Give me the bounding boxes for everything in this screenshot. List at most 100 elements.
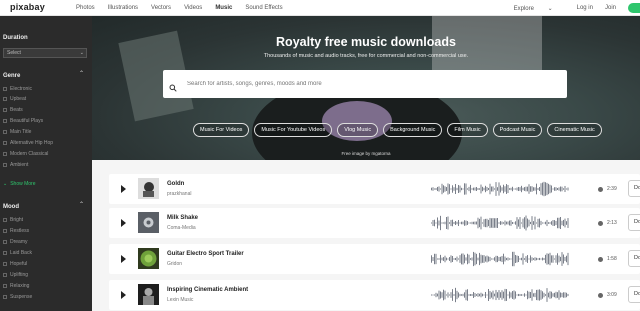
waveform-bar (482, 222, 483, 224)
mood-item[interactable]: Relaxing (3, 283, 29, 289)
checkbox[interactable] (3, 130, 7, 134)
track-title[interactable]: Milk Shake (167, 215, 198, 221)
chip-vlog-music[interactable]: Vlog Music (337, 123, 379, 137)
checkbox[interactable] (3, 152, 7, 156)
chip-background-music[interactable]: Background Music (383, 123, 443, 137)
waveform-bar (449, 184, 450, 194)
checkbox[interactable] (3, 295, 7, 299)
waveform-bar (495, 289, 497, 301)
mood-item[interactable]: Restless (3, 228, 29, 234)
mood-item[interactable]: Uplifting (3, 272, 28, 278)
chip-film-music[interactable]: Film Music (447, 123, 488, 137)
track-title[interactable]: Goldn (167, 181, 184, 187)
chip-cinematic-music[interactable]: Cinematic Music (547, 123, 602, 137)
checkbox[interactable] (3, 229, 7, 233)
checkbox[interactable] (3, 240, 7, 244)
track-artist[interactable]: Gridon (167, 261, 182, 267)
track-title[interactable]: Inspiring Cinematic Ambient (167, 287, 248, 293)
show-more-link[interactable]: ⌄ Show More (3, 181, 36, 187)
checkbox[interactable] (3, 97, 7, 101)
waveform-bar (537, 188, 539, 190)
waveform-bar (539, 257, 540, 261)
genre-item[interactable]: Beautiful Plays (3, 118, 43, 124)
track-row[interactable]: Milk Shake Coma-Media 2:13 Do (109, 208, 640, 238)
waveform-bar (531, 216, 533, 230)
checkbox[interactable] (3, 119, 7, 123)
waveform-bar (473, 221, 474, 225)
waveform-bar (492, 290, 494, 300)
mood-item[interactable]: Dreamy (3, 239, 28, 245)
waveform-bar (546, 219, 548, 227)
nav-music[interactable]: Music (215, 5, 232, 11)
checkbox[interactable] (3, 284, 7, 288)
image-credit[interactable]: Free image by mgatorna (92, 151, 640, 156)
track-title[interactable]: Guitar Electro Sport Trailer (167, 251, 244, 257)
chip-music-for-videos[interactable]: Music For Videos (193, 123, 250, 137)
track-row[interactable]: Goldn prazkhanal 2:39 Do (109, 174, 640, 204)
genre-item[interactable]: Beats (3, 107, 23, 113)
explore-menu[interactable]: Explore ⌄ (514, 5, 565, 12)
waveform-bar (501, 255, 503, 263)
login-link[interactable]: Log in (577, 5, 593, 11)
genre-item[interactable]: Ambient (3, 162, 28, 168)
checkbox[interactable] (3, 262, 7, 266)
search-bar[interactable] (163, 70, 567, 98)
track-row[interactable]: Guitar Electro Sport Trailer Gridon 1:58… (109, 244, 640, 274)
play-icon[interactable] (121, 291, 126, 299)
download-button[interactable]: Do (628, 180, 640, 197)
checkbox[interactable] (3, 163, 7, 167)
genre-item[interactable]: Modern Classical (3, 151, 48, 157)
waveform[interactable] (431, 251, 569, 267)
waveform-bar (455, 257, 456, 261)
nav-vectors[interactable]: Vectors (151, 5, 171, 11)
track-row[interactable]: Inspiring Cinematic Ambient Lexin Music … (109, 280, 640, 310)
waveform-bar (464, 254, 465, 264)
waveform-bar (542, 182, 543, 196)
duration-select[interactable]: Select ⌄ (3, 48, 87, 58)
waveform[interactable] (431, 181, 569, 197)
waveform-bar (539, 218, 540, 228)
nav-illustrations[interactable]: Illustrations (108, 5, 138, 11)
play-icon[interactable] (121, 219, 126, 227)
waveform-bar (504, 256, 506, 262)
mood-item[interactable]: Hopeful (3, 261, 27, 267)
download-button[interactable]: Do (628, 286, 640, 303)
checkbox[interactable] (3, 251, 7, 255)
upload-button[interactable] (628, 3, 640, 13)
genre-item[interactable]: Electronic (3, 86, 32, 92)
nav-sound-effects[interactable]: Sound Effects (245, 5, 282, 11)
waveform[interactable] (431, 215, 569, 231)
genre-item[interactable]: Main Title (3, 129, 31, 135)
waveform[interactable] (431, 287, 569, 303)
track-artist[interactable]: prazkhanal (167, 191, 191, 197)
play-icon[interactable] (121, 185, 126, 193)
waveform-bar (519, 217, 521, 229)
checkbox[interactable] (3, 141, 7, 145)
genre-item[interactable]: Upbeat (3, 96, 26, 102)
download-button[interactable]: Do (628, 214, 640, 231)
checkbox[interactable] (3, 218, 7, 222)
chevron-up-icon[interactable]: ⌃ (79, 70, 84, 77)
chip-music-for-youtube-videos[interactable]: Music For Youtube Videos (254, 123, 333, 137)
genre-item[interactable]: Alternative Hip Hop (3, 140, 53, 146)
track-artist[interactable]: Lexin Music (167, 297, 193, 303)
nav-photos[interactable]: Photos (76, 5, 95, 11)
search-input[interactable] (187, 70, 557, 98)
waveform-bar (479, 293, 480, 297)
play-icon[interactable] (121, 255, 126, 263)
checkbox[interactable] (3, 108, 7, 112)
mood-item[interactable]: Suspense (3, 294, 32, 300)
mood-item[interactable]: Bright (3, 217, 23, 223)
chevron-up-icon[interactable]: ⌃ (79, 201, 84, 208)
checkbox[interactable] (3, 87, 7, 91)
track-artist[interactable]: Coma-Media (167, 225, 196, 231)
chip-podcast-music[interactable]: Podcast Music (492, 123, 543, 137)
nav-videos[interactable]: Videos (184, 5, 202, 11)
join-link[interactable]: Join (605, 5, 616, 11)
waveform-bar (470, 294, 471, 296)
waveform-bar (516, 187, 518, 191)
pixabay-logo[interactable]: pixabay (10, 2, 45, 12)
checkbox[interactable] (3, 273, 7, 277)
mood-item[interactable]: Laid Back (3, 250, 32, 256)
download-button[interactable]: Do (628, 250, 640, 267)
